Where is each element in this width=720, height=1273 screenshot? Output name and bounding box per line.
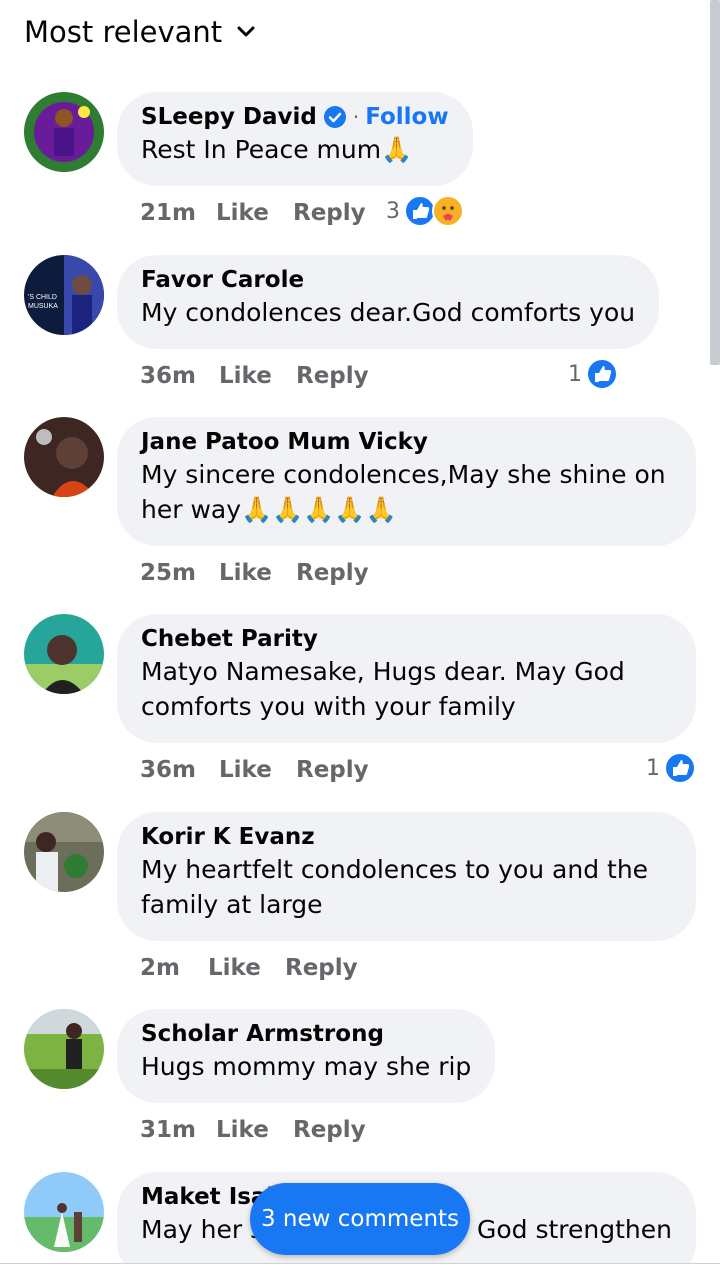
comment-actions: 36m Like Reply (140, 752, 369, 788)
author-name[interactable]: Jane Patoo Mum Vicky (141, 429, 428, 455)
timestamp[interactable]: 36m (140, 757, 219, 783)
comment-actions: 25m Like Reply (140, 555, 369, 591)
avatar-text-top: 'S CHILD (28, 294, 57, 301)
reaction-count: 1 (568, 361, 582, 387)
avatar[interactable] (24, 1009, 104, 1089)
like-button[interactable]: Like (216, 200, 293, 226)
comment-actions: 21m Like Reply (140, 195, 366, 231)
avatar[interactable] (24, 417, 104, 497)
comment-bubble[interactable]: Chebet Parity Matyo Namesake, Hugs dear.… (117, 614, 696, 743)
avatar[interactable] (24, 1172, 104, 1252)
comment-actions: 36m Like Reply (140, 358, 369, 394)
comment-text: Matyo Namesake, Hugs dear. May God comfo… (141, 657, 625, 721)
comment-text: My sincere condolences,May she shine on … (141, 460, 666, 524)
like-button[interactable]: Like (208, 955, 285, 981)
author-name[interactable]: Favor Carole (141, 267, 304, 293)
sort-label: Most relevant (24, 15, 223, 49)
timestamp[interactable]: 36m (140, 363, 219, 389)
reaction-count: 3 (386, 198, 400, 224)
comment-actions: 31m Like Reply (140, 1112, 366, 1148)
like-reaction-icon (586, 358, 618, 390)
chevron-down-icon (237, 26, 255, 37)
comment-text-start: May her s (141, 1215, 264, 1244)
comment-text: My condolences dear.God comforts you (141, 298, 636, 327)
author-name[interactable]: SLeepy David (141, 104, 317, 130)
reaction-summary[interactable]: 3 (386, 193, 464, 229)
like-reaction-icon (664, 752, 696, 784)
comment-text: My heartfelt condolences to you and the … (141, 855, 649, 919)
author-name[interactable]: Chebet Parity (141, 626, 318, 652)
comment-text: Rest In Peace mum🙏 (141, 135, 413, 164)
bottom-divider (0, 1263, 720, 1273)
like-button[interactable]: Like (219, 757, 296, 783)
timestamp[interactable]: 2m (140, 955, 208, 981)
verified-badge-icon (323, 106, 346, 128)
comment-bubble[interactable]: Jane Patoo Mum Vicky My sincere condolen… (117, 417, 696, 546)
comment-bubble[interactable]: Korir K Evanz My heartfelt condolences t… (117, 812, 696, 941)
timestamp[interactable]: 21m (140, 200, 216, 226)
reply-button[interactable]: Reply (296, 363, 369, 389)
avatar[interactable] (24, 812, 104, 892)
reply-button[interactable]: Reply (293, 1117, 366, 1143)
reply-button[interactable]: Reply (293, 200, 366, 226)
comment-bubble[interactable]: Scholar Armstrong Hugs mommy may she rip (117, 1009, 496, 1103)
care-reaction-icon (432, 195, 464, 227)
scrollbar[interactable] (710, 0, 720, 365)
reply-button[interactable]: Reply (296, 560, 369, 586)
comment-bubble[interactable]: Favor Carole My condolences dear.God com… (117, 255, 660, 349)
reply-button[interactable]: Reply (296, 757, 369, 783)
comment-text-end: God strengthen (476, 1215, 672, 1244)
avatar[interactable]: 'S CHILD MUSUKA (24, 255, 104, 335)
avatar[interactable] (24, 92, 104, 172)
author-name[interactable]: Korir K Evanz (141, 824, 315, 850)
new-comments-button[interactable]: 3 new comments (250, 1183, 470, 1255)
comment-text: Hugs mommy may she rip (141, 1052, 472, 1081)
like-button[interactable]: Like (219, 363, 296, 389)
avatar-text-bottom: MUSUKA (28, 303, 58, 310)
author-name[interactable]: Scholar Armstrong (141, 1021, 384, 1047)
reaction-count: 1 (646, 755, 660, 781)
timestamp[interactable]: 31m (140, 1117, 216, 1143)
separator-dot: · (352, 105, 360, 129)
like-button[interactable]: Like (219, 560, 296, 586)
like-button[interactable]: Like (216, 1117, 293, 1143)
reaction-summary[interactable]: 1 (568, 356, 618, 392)
avatar[interactable] (24, 614, 104, 694)
reaction-summary[interactable]: 1 (646, 750, 696, 786)
follow-button[interactable]: Follow (365, 104, 448, 130)
reply-button[interactable]: Reply (285, 955, 358, 981)
timestamp[interactable]: 25m (140, 560, 219, 586)
comment-actions: 2m Like Reply (140, 950, 358, 986)
comment-bubble[interactable]: SLeepy David · Follow Rest In Peace mum🙏 (117, 92, 473, 186)
sort-dropdown[interactable]: Most relevant (24, 10, 256, 54)
